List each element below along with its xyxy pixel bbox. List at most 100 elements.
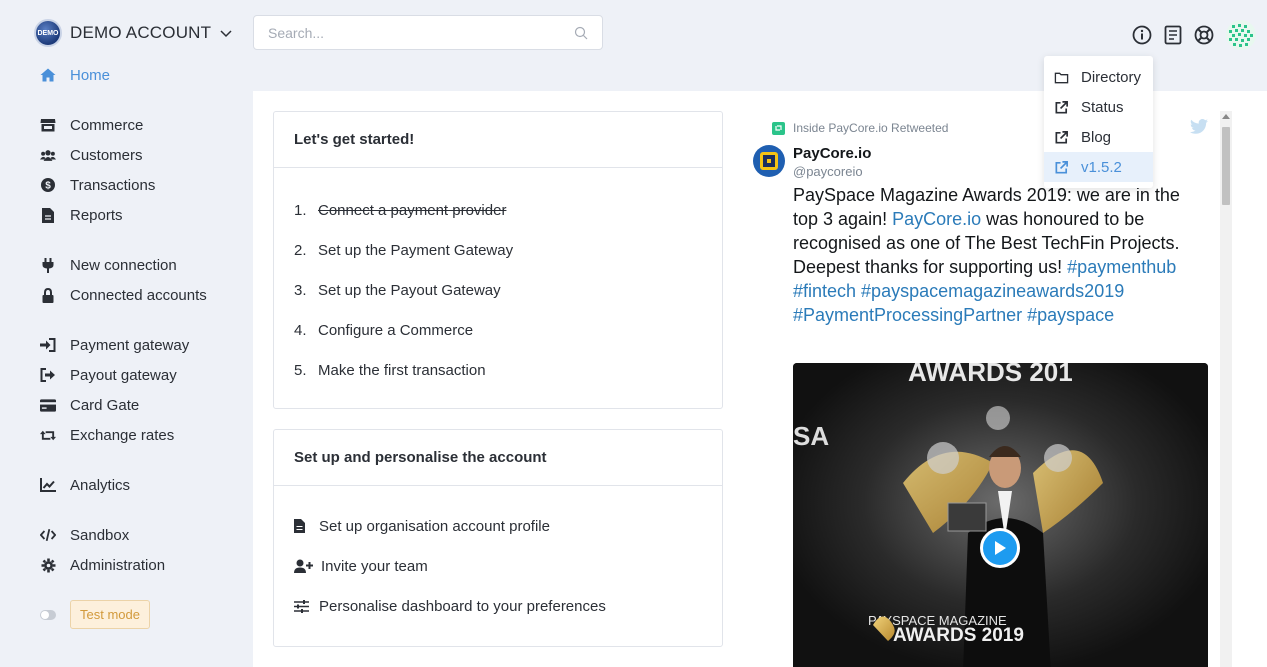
sidebar-item-label: Administration: [70, 556, 166, 574]
account-logo: DEMO: [34, 19, 62, 47]
menu-item-label: Directory: [1081, 68, 1142, 86]
sidebar-item-payment-gateway[interactable]: Payment gateway: [40, 330, 240, 360]
search-box[interactable]: [253, 15, 603, 50]
step-item[interactable]: 5. Make the first transaction: [294, 350, 702, 390]
media-top-text: AWARDS 201: [908, 363, 1073, 387]
test-mode-row: Test mode: [40, 600, 240, 629]
video-thumbnail: AWARDS 201 SA PAYSPACE MAGAZINE AWARDS 2…: [793, 363, 1208, 667]
setup-item-profile[interactable]: Set up organisation account profile: [294, 506, 702, 546]
setup-list: Set up organisation account profile Invi…: [274, 486, 722, 626]
user-avatar[interactable]: [1226, 20, 1256, 50]
file-icon: [294, 519, 314, 533]
media-side-text: SA: [793, 421, 829, 451]
sidebar-item-label: Analytics: [70, 476, 131, 494]
sidebar-item-label: Sandbox: [70, 526, 130, 544]
card-title: Set up and personalise the account: [274, 430, 722, 486]
tweet-link[interactable]: PayCore.io: [892, 209, 981, 229]
sidebar-item-label: New connection: [70, 256, 177, 274]
sidebar-nav: Home Commerce Customers $ Transactions R…: [40, 60, 240, 629]
retweet-text: Inside PayCore.io Retweeted: [793, 121, 949, 135]
step-number: 5.: [294, 361, 307, 379]
sidebar-item-payout-gateway[interactable]: Payout gateway: [40, 360, 240, 390]
personalise-card: Set up and personalise the account Set u…: [273, 429, 723, 647]
menu-item-directory[interactable]: Directory: [1044, 62, 1153, 92]
scroll-thumb[interactable]: [1222, 127, 1230, 205]
sidebar-item-new-connection[interactable]: New connection: [40, 250, 240, 280]
setup-item-invite[interactable]: Invite your team: [294, 546, 702, 586]
info-icon[interactable]: [1131, 24, 1153, 46]
sidebar-item-reports[interactable]: Reports: [40, 200, 240, 230]
play-icon: [995, 541, 1006, 555]
card-title: Let's get started!: [274, 112, 722, 168]
timeline-scrollbar[interactable]: [1220, 111, 1232, 667]
menu-item-blog[interactable]: Blog: [1044, 122, 1153, 152]
sidebar-item-label: Card Gate: [70, 396, 140, 414]
sidebar-item-analytics[interactable]: Analytics: [40, 470, 240, 500]
getting-started-card: Let's get started! 1. Connect a payment p…: [273, 111, 723, 409]
step-item[interactable]: 1. Connect a payment provider: [294, 190, 702, 230]
book-icon[interactable]: [1162, 24, 1184, 46]
home-icon: [40, 67, 56, 83]
search-icon[interactable]: [574, 26, 588, 40]
sidebar-item-home[interactable]: Home: [40, 60, 240, 90]
sidebar-item-label: Payment gateway: [70, 336, 190, 354]
sidebar-item-label: Payout gateway: [70, 366, 177, 384]
sidebar-item-label: Commerce: [70, 116, 144, 134]
retweet-icon: [772, 121, 785, 135]
chevron-down-icon: [220, 30, 232, 38]
sidebar-item-customers[interactable]: Customers: [40, 140, 240, 170]
play-button[interactable]: [980, 528, 1020, 568]
media-bottom-big: AWARDS 2019: [893, 625, 1024, 646]
svg-text:$: $: [45, 181, 51, 192]
line-chart-icon: [40, 477, 56, 493]
account-name: DEMO ACCOUNT: [70, 23, 212, 42]
retweet-icon: [40, 427, 56, 443]
sidebar-item-label: Transactions: [70, 176, 156, 194]
scroll-up-arrow[interactable]: [1222, 114, 1230, 119]
sidebar-item-commerce[interactable]: Commerce: [40, 110, 240, 140]
step-text: Connect a payment provider: [318, 201, 507, 219]
sidebar-item-administration[interactable]: Administration: [40, 550, 240, 580]
plug-icon: [40, 257, 56, 273]
tweet-author[interactable]: PayCore.io @paycoreio: [753, 145, 871, 179]
user-plus-icon: [294, 559, 314, 573]
file-icon: [40, 207, 56, 223]
sidebar-item-label: Home: [70, 66, 111, 84]
gear-icon: [40, 557, 56, 573]
step-text: Make the first transaction: [318, 361, 486, 379]
step-number: 4.: [294, 321, 307, 339]
twitter-bird-icon[interactable]: [1190, 119, 1208, 134]
top-toolbar: [1131, 20, 1256, 50]
menu-item-status[interactable]: Status: [1044, 92, 1153, 122]
step-number: 2.: [294, 241, 307, 259]
external-link-icon: [1055, 160, 1068, 173]
account-switcher[interactable]: DEMO DEMO ACCOUNT: [34, 19, 233, 47]
step-item[interactable]: 3. Set up the Payout Gateway: [294, 270, 702, 310]
sidebar-item-sandbox[interactable]: Sandbox: [40, 520, 240, 550]
sidebar-item-label: Customers: [70, 146, 143, 164]
step-item[interactable]: 2. Set up the Payment Gateway: [294, 230, 702, 270]
help-dropdown-menu: Directory Status Blog v1.5.2: [1044, 56, 1153, 188]
twitter-timeline: Inside PayCore.io Retweeted PayCore.io @…: [753, 111, 1231, 667]
folder-icon: [1054, 72, 1069, 83]
sidebar-item-label: Exchange rates: [70, 426, 175, 444]
test-mode-toggle[interactable]: [40, 609, 56, 620]
sidebar-item-connected-accounts[interactable]: Connected accounts: [40, 280, 240, 310]
step-item[interactable]: 4. Configure a Commerce: [294, 310, 702, 350]
sidebar-item-card-gate[interactable]: Card Gate: [40, 390, 240, 420]
setup-item-label: Invite your team: [321, 557, 428, 575]
retweet-line: Inside PayCore.io Retweeted: [772, 121, 948, 135]
step-number: 1.: [294, 201, 307, 219]
sidebar-item-transactions[interactable]: $ Transactions: [40, 170, 240, 200]
step-text: Set up the Payout Gateway: [318, 281, 501, 299]
lock-icon: [40, 287, 56, 303]
menu-item-version[interactable]: v1.5.2: [1044, 152, 1153, 182]
test-mode-badge: Test mode: [70, 600, 150, 629]
sidebar-item-exchange-rates[interactable]: Exchange rates: [40, 420, 240, 450]
setup-item-preferences[interactable]: Personalise dashboard to your preference…: [294, 586, 702, 626]
tweet-video[interactable]: AWARDS 201 SA PAYSPACE MAGAZINE AWARDS 2…: [793, 363, 1208, 667]
sidebar-item-label: Connected accounts: [70, 286, 207, 304]
lifebuoy-icon[interactable]: [1193, 24, 1215, 46]
search-input[interactable]: [268, 24, 574, 41]
sign-out-icon: [40, 367, 56, 383]
